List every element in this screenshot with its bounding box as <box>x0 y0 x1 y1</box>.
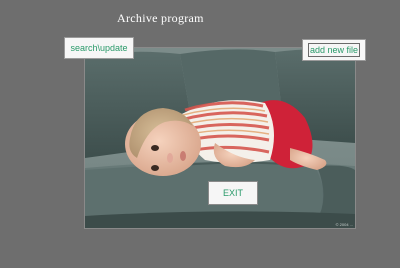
exit-label: EXIT <box>222 188 243 198</box>
search-update-label: search\update <box>70 43 128 53</box>
app-title: Archive program <box>117 11 204 25</box>
add-new-file-button[interactable]: add new file <box>302 39 366 61</box>
photo-copyright: © 2004 ... <box>335 222 353 227</box>
search-update-button[interactable]: search\update <box>64 37 134 59</box>
add-new-file-label: add new file <box>307 43 361 57</box>
exit-button[interactable]: EXIT <box>208 181 258 205</box>
